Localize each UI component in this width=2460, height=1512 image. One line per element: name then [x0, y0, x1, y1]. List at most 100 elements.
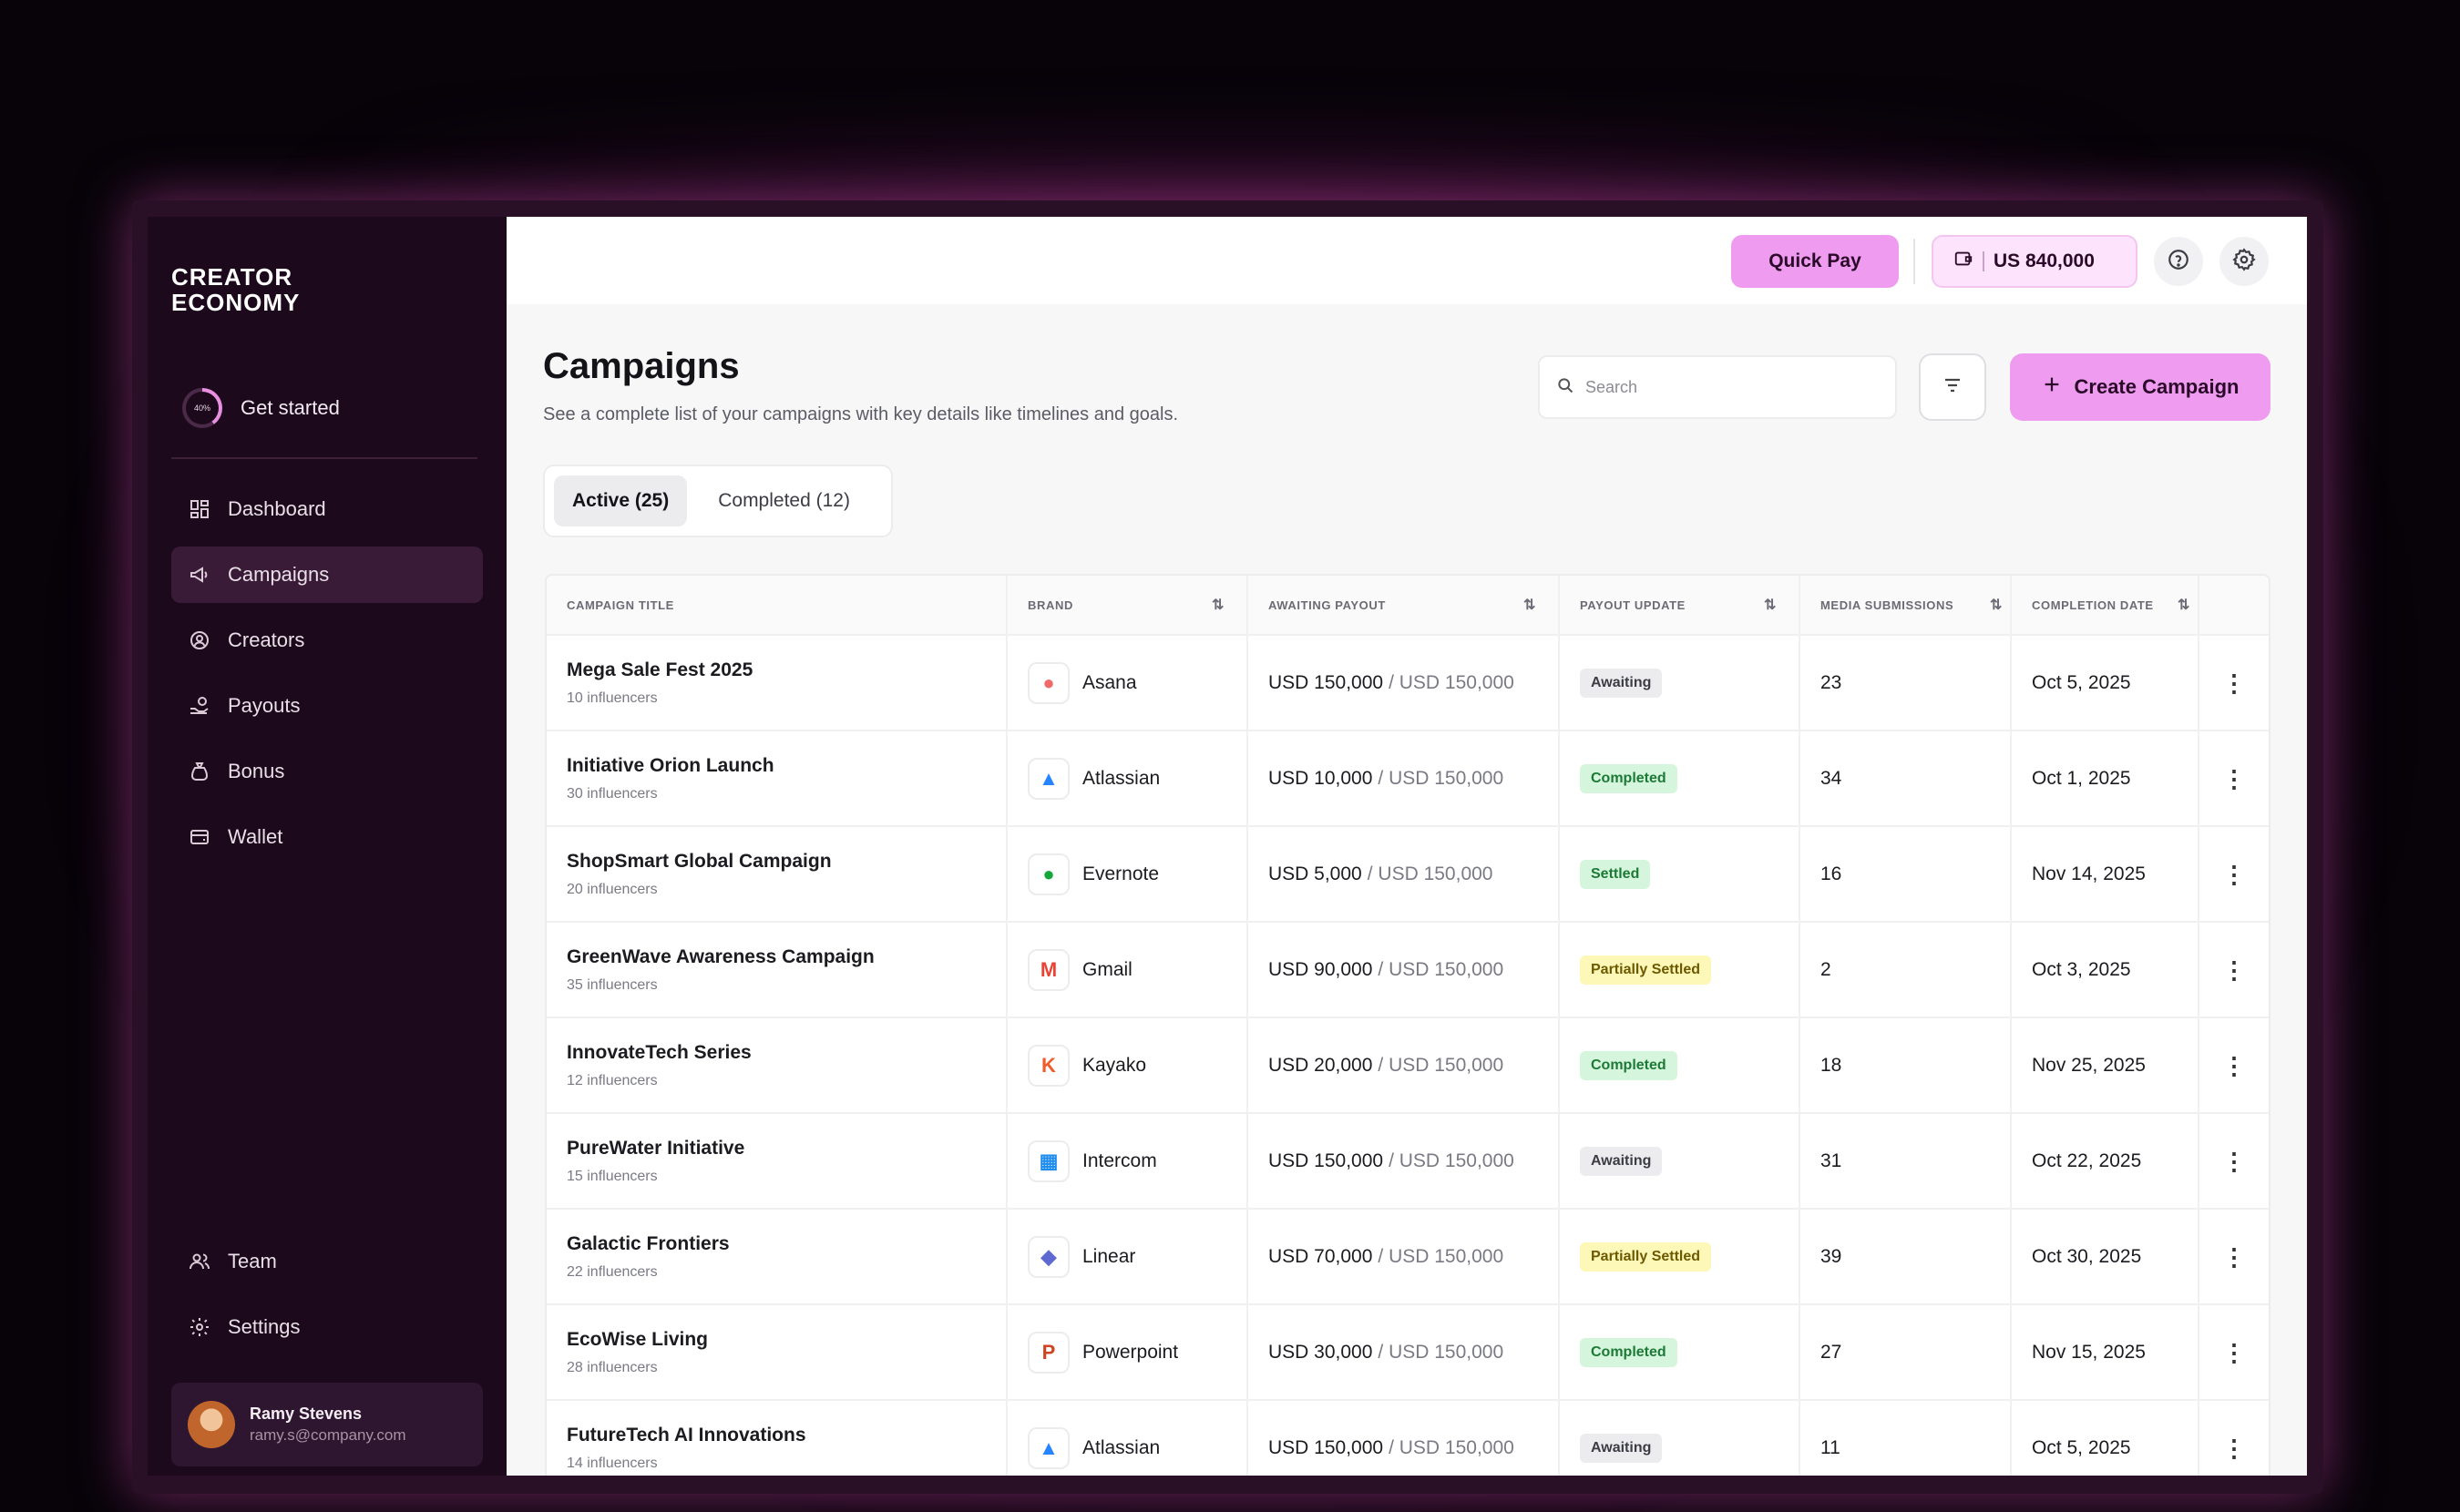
gmail-logo-icon: M: [1028, 948, 1070, 991]
balance-pill[interactable]: US 840,000: [1932, 235, 2137, 288]
sort-icon[interactable]: ⇅: [1212, 596, 1225, 614]
user-info: Ramy Stevens ramy.s@company.com: [250, 1405, 406, 1445]
main-content: Quick Pay US 840,000 Campaigns See a com…: [507, 217, 2307, 1476]
cell-media-submissions: 11: [1800, 1401, 2012, 1476]
campaign-title-stack: InnovateTech Series 12 influencers: [567, 1042, 752, 1089]
sidebar-item-label: Bonus: [228, 760, 285, 782]
campaign-title-stack: PureWater Initiative 15 influencers: [567, 1138, 744, 1185]
column-header-brand[interactable]: Brand ⇅: [1008, 576, 1248, 634]
campaign-title[interactable]: Galactic Frontiers: [567, 1233, 730, 1255]
cell-brand: K Kayako: [1008, 1018, 1248, 1112]
more-options-icon[interactable]: ⋮: [2222, 1149, 2246, 1173]
quick-pay-button[interactable]: Quick Pay: [1731, 235, 1899, 288]
table-row[interactable]: GreenWave Awareness Campaign 35 influenc…: [547, 923, 2269, 1018]
influencer-count: 14 influencers: [567, 1455, 658, 1471]
column-header-label: Media Submissions: [1820, 598, 1954, 612]
more-options-icon[interactable]: ⋮: [2222, 1341, 2246, 1364]
tab-completed[interactable]: Completed (12): [700, 475, 868, 526]
status-badge: Settled: [1580, 859, 1651, 889]
campaign-title[interactable]: FutureTech AI Innovations: [567, 1425, 806, 1446]
sidebar-item-team[interactable]: Team: [171, 1233, 483, 1290]
settings-button[interactable]: [2219, 237, 2269, 286]
search-input[interactable]: [1584, 376, 1879, 398]
column-header-payout-update[interactable]: Payout Update ⇅: [1560, 576, 1800, 634]
table-row[interactable]: PureWater Initiative 15 influencers ▦ In…: [547, 1114, 2269, 1210]
brand-name: Gmail: [1082, 958, 1133, 980]
user-profile-card[interactable]: Ramy Stevens ramy.s@company.com: [171, 1383, 483, 1466]
campaign-title[interactable]: ShopSmart Global Campaign: [567, 851, 832, 873]
column-header-completion-date[interactable]: Completion Date ⇅: [2012, 576, 2199, 634]
tab-active[interactable]: Active (25): [554, 475, 688, 526]
filter-button[interactable]: [1919, 353, 1986, 421]
more-options-icon[interactable]: ⋮: [2222, 958, 2246, 982]
search-box[interactable]: [1538, 355, 1897, 419]
cell-completion-date: Nov 15, 2025: [2012, 1305, 2199, 1399]
sidebar-item-bonus[interactable]: Bonus: [171, 743, 483, 800]
sort-icon[interactable]: ⇅: [1523, 596, 1536, 614]
cell-payout-update: Awaiting: [1560, 1401, 1800, 1476]
media-count: 27: [1820, 1341, 1842, 1363]
sidebar-item-settings[interactable]: Settings: [171, 1299, 483, 1355]
sort-icon[interactable]: ⇅: [2178, 596, 2190, 614]
table-row[interactable]: Galactic Frontiers 22 influencers ◆ Line…: [547, 1210, 2269, 1305]
table-row[interactable]: EcoWise Living 28 influencers P Powerpoi…: [547, 1305, 2269, 1401]
column-header-media-submissions[interactable]: Media Submissions ⇅: [1800, 576, 2012, 634]
influencer-count: 30 influencers: [567, 785, 658, 802]
sidebar: CREATOR ECONOMY 40% Get started Dashboar…: [148, 217, 507, 1476]
cell-awaiting-payout: USD 150,000 / USD 150,000: [1248, 1114, 1560, 1208]
table-row[interactable]: FutureTech AI Innovations 14 influencers…: [547, 1401, 2269, 1476]
campaigns-table: Campaign Title Brand ⇅ Awaiting Payout ⇅ P…: [545, 574, 2270, 1476]
app-window: CREATOR ECONOMY 40% Get started Dashboar…: [148, 217, 2307, 1476]
campaign-title[interactable]: InnovateTech Series: [567, 1042, 752, 1064]
sidebar-item-label: Payouts: [228, 694, 301, 717]
cell-actions: ⋮: [2199, 923, 2269, 1017]
campaign-title-stack: ShopSmart Global Campaign 20 influencers: [567, 851, 832, 898]
cell-actions: ⋮: [2199, 1114, 2269, 1208]
campaign-title[interactable]: Mega Sale Fest 2025: [567, 659, 753, 681]
campaign-title[interactable]: EcoWise Living: [567, 1329, 708, 1351]
more-options-icon[interactable]: ⋮: [2222, 1436, 2246, 1460]
campaign-title[interactable]: Initiative Orion Launch: [567, 755, 774, 777]
campaign-title[interactable]: PureWater Initiative: [567, 1138, 744, 1160]
more-options-icon[interactable]: ⋮: [2222, 1245, 2246, 1269]
status-badge: Completed: [1580, 1337, 1677, 1367]
search-icon: [1556, 376, 1574, 399]
table-row[interactable]: Mega Sale Fest 2025 10 influencers ● Asa…: [547, 636, 2269, 731]
cell-campaign-title: PureWater Initiative 15 influencers: [547, 1114, 1008, 1208]
campaign-title[interactable]: GreenWave Awareness Campaign: [567, 946, 875, 968]
table-row[interactable]: Initiative Orion Launch 30 influencers ▲…: [547, 731, 2269, 827]
sidebar-item-wallet[interactable]: Wallet: [171, 809, 483, 865]
evernote-logo-icon: ●: [1028, 853, 1070, 895]
sidebar-item-campaigns[interactable]: Campaigns: [171, 547, 483, 603]
sidebar-item-dashboard[interactable]: Dashboard: [171, 481, 483, 537]
app-logo[interactable]: CREATOR ECONOMY: [171, 264, 300, 315]
more-options-icon[interactable]: ⋮: [2222, 1054, 2246, 1078]
sidebar-item-payouts[interactable]: Payouts: [171, 678, 483, 734]
table-row[interactable]: ShopSmart Global Campaign 20 influencers…: [547, 827, 2269, 923]
table-row[interactable]: InnovateTech Series 12 influencers K Kay…: [547, 1018, 2269, 1114]
sort-icon[interactable]: ⇅: [1990, 596, 2003, 614]
cell-media-submissions: 2: [1800, 923, 2012, 1017]
cell-media-submissions: 27: [1800, 1305, 2012, 1399]
help-icon: [2167, 248, 2190, 276]
more-options-icon[interactable]: ⋮: [2222, 863, 2246, 886]
create-campaign-button[interactable]: Create Campaign: [2010, 353, 2270, 421]
cell-payout-update: Partially Settled: [1560, 923, 1800, 1017]
help-button[interactable]: [2154, 237, 2203, 286]
sort-icon[interactable]: ⇅: [1764, 596, 1777, 614]
status-badge: Partially Settled: [1580, 1241, 1712, 1272]
completion-date: Nov 15, 2025: [2032, 1341, 2146, 1363]
more-options-icon[interactable]: ⋮: [2222, 767, 2246, 791]
media-count: 31: [1820, 1149, 1842, 1171]
total-amount: / USD 150,000: [1378, 767, 1504, 789]
sidebar-item-creators[interactable]: Creators: [171, 612, 483, 669]
wallet-icon: [188, 825, 211, 849]
get-started-item[interactable]: 40% Get started: [182, 388, 340, 428]
column-header-label: Campaign Title: [567, 598, 674, 612]
more-options-icon[interactable]: ⋮: [2222, 671, 2246, 695]
column-header-campaign-title[interactable]: Campaign Title: [547, 576, 1008, 634]
brand-name: Atlassian: [1082, 767, 1161, 789]
campaign-title-stack: EcoWise Living 28 influencers: [567, 1329, 708, 1376]
brand-name: Evernote: [1082, 863, 1160, 884]
column-header-awaiting-payout[interactable]: Awaiting Payout ⇅: [1248, 576, 1560, 634]
